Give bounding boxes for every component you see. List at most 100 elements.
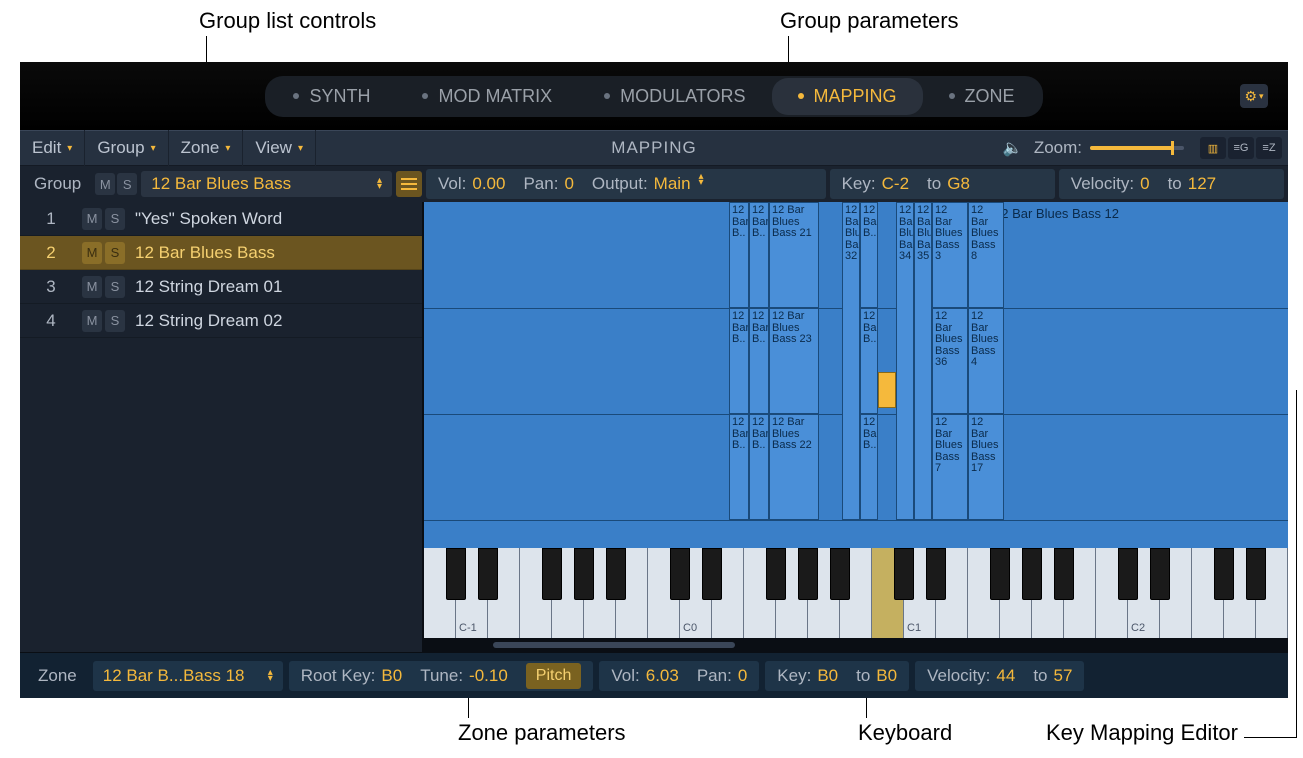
menu-edit[interactable]: Edit▾ [20, 130, 85, 166]
group-velocity-range: Velocity:0 to127 [1059, 169, 1284, 199]
zone-box[interactable]: 12 Bar Blues Bass 3 [932, 202, 968, 308]
menu-view[interactable]: View▾ [243, 130, 316, 166]
view-mapping-button[interactable]: ▥ [1200, 137, 1226, 159]
zone-pitch-button[interactable]: Pitch [526, 663, 582, 689]
zoom-thumb[interactable] [1171, 141, 1174, 155]
zone-box[interactable]: 12 Bar Blues Bass 4 [968, 308, 1004, 414]
black-key[interactable] [926, 548, 946, 600]
black-key[interactable] [990, 548, 1010, 600]
zone-box[interactable]: 12 Bar Blues Bass 34 [896, 202, 914, 520]
zone-box[interactable]: 12 Bar Blues Bass 21 [769, 202, 819, 308]
black-key[interactable] [670, 548, 690, 600]
zone-box[interactable]: 12 Bar B.. [749, 308, 769, 414]
horizontal-scrollbar[interactable] [424, 638, 1288, 652]
black-key[interactable] [1150, 548, 1170, 600]
mute-button[interactable]: M [82, 310, 102, 332]
gear-menu[interactable]: ⚙▾ [1240, 84, 1268, 108]
group-output-value[interactable]: Main [654, 174, 691, 194]
mute-button[interactable]: M [82, 276, 102, 298]
black-key[interactable] [1118, 548, 1138, 600]
zone-root-tune-pitch: Root Key:B0 Tune:-0.10 Pitch [289, 661, 594, 691]
mute-button[interactable]: M [82, 242, 102, 264]
group-list-toggle[interactable] [396, 171, 422, 197]
group-vel-from[interactable]: 0 [1140, 174, 1149, 194]
menu-group[interactable]: Group▾ [85, 130, 168, 166]
zone-vol[interactable]: 6.03 [646, 666, 679, 686]
zone-box[interactable]: 12 Bar B.. [749, 202, 769, 308]
black-key[interactable] [446, 548, 466, 600]
zone-box[interactable]: 12 Bar B.. [860, 202, 878, 308]
group-solo-button[interactable]: S [117, 173, 137, 195]
black-key[interactable] [1022, 548, 1042, 600]
group-vel-to[interactable]: 127 [1188, 174, 1216, 194]
solo-button[interactable]: S [105, 310, 125, 332]
black-keys [424, 548, 1288, 638]
zone-box[interactable]: 12 Bar B.. [729, 414, 749, 520]
group-key-to[interactable]: G8 [947, 174, 970, 194]
menu-zone[interactable]: Zone▾ [169, 130, 244, 166]
zone-vel-from[interactable]: 44 [996, 666, 1015, 686]
black-key[interactable] [478, 548, 498, 600]
black-key[interactable] [1214, 548, 1234, 600]
zone-tune[interactable]: -0.10 [469, 666, 508, 686]
view-buttons: ▥ ≡G ≡Z [1200, 137, 1282, 159]
group-mute-button[interactable]: M [95, 173, 115, 195]
zone-box[interactable]: 12 Bar B.. [729, 202, 749, 308]
tab-mapping[interactable]: MAPPING [772, 78, 923, 115]
black-key[interactable] [894, 548, 914, 600]
group-list-row[interactable]: 1 MS "Yes" Spoken Word [20, 202, 422, 236]
group-key-from[interactable]: C-2 [882, 174, 909, 194]
zone-box[interactable]: 12 Bar B.. [860, 308, 878, 414]
tab-modulators[interactable]: MODULATORS [578, 78, 771, 115]
solo-button[interactable]: S [105, 242, 125, 264]
tab-zone[interactable]: ZONE [923, 78, 1041, 115]
zone-box[interactable]: 12 Bar B.. [729, 308, 749, 414]
callout-line [1296, 390, 1297, 738]
black-key[interactable] [574, 548, 594, 600]
solo-button[interactable]: S [105, 276, 125, 298]
zone-key-to[interactable]: B0 [876, 666, 897, 686]
tab-synth[interactable]: SYNTH [267, 78, 396, 115]
audition-button[interactable]: 🔈 [1000, 137, 1026, 159]
black-key[interactable] [606, 548, 626, 600]
black-key[interactable] [766, 548, 786, 600]
keyboard[interactable]: C-1C0C1C2 [424, 548, 1288, 638]
group-list-row[interactable]: 4 MS 12 String Dream 02 [20, 304, 422, 338]
zoom-slider[interactable] [1090, 146, 1184, 150]
mute-button[interactable]: M [82, 208, 102, 230]
black-key[interactable] [702, 548, 722, 600]
zone-grid[interactable]: 12 Bar Blues Bass 12 12 Bar B.. 12 Bar B… [424, 202, 1288, 548]
view-zone-list-button[interactable]: ≡Z [1256, 137, 1282, 159]
zone-box[interactable]: 12 Bar Blues Bass 7 [932, 414, 968, 520]
group-list-row[interactable]: 3 MS 12 String Dream 01 [20, 270, 422, 304]
black-key[interactable] [830, 548, 850, 600]
group-pan-value[interactable]: 0 [564, 174, 573, 194]
black-key[interactable] [1054, 548, 1074, 600]
chevron-down-icon: ▾ [151, 143, 156, 154]
group-name-selector[interactable]: 12 Bar Blues Bass ▴▾ [141, 171, 392, 197]
zone-box[interactable]: 12 Bar B.. [749, 414, 769, 520]
zone-name-selector[interactable]: 12 Bar B...Bass 18 ▴▾ [93, 661, 283, 691]
tab-mod-matrix[interactable]: MOD MATRIX [396, 78, 578, 115]
black-key[interactable] [1246, 548, 1266, 600]
scrollbar-thumb[interactable] [493, 642, 735, 648]
solo-button[interactable]: S [105, 208, 125, 230]
zone-box[interactable]: 12 Bar Blues Bass 32 [842, 202, 860, 520]
zone-key-from[interactable]: B0 [817, 666, 838, 686]
black-key[interactable] [542, 548, 562, 600]
zone-box[interactable]: 12 Bar Blues Bass 22 [769, 414, 819, 520]
zone-box[interactable]: 12 Bar Blues Bass 36 [932, 308, 968, 414]
zone-vel-to[interactable]: 57 [1054, 666, 1073, 686]
zone-box[interactable]: 12 Bar Blues Bass 17 [968, 414, 1004, 520]
zone-box[interactable]: 12 Bar Blues Bass 8 [968, 202, 1004, 308]
zone-pan[interactable]: 0 [738, 666, 747, 686]
zone-box[interactable]: 12 Bar Blues Bass 35 [914, 202, 932, 520]
group-list-row[interactable]: 2 MS 12 Bar Blues Bass [20, 236, 422, 270]
zone-box[interactable]: 12 Bar B.. [860, 414, 878, 520]
zone-root-key[interactable]: B0 [381, 666, 402, 686]
group-vol-value[interactable]: 0.00 [472, 174, 505, 194]
black-key[interactable] [798, 548, 818, 600]
zone-box[interactable]: 12 Bar Blues Bass 23 [769, 308, 819, 414]
view-group-list-button[interactable]: ≡G [1228, 137, 1254, 159]
zone-selected[interactable] [878, 372, 896, 408]
